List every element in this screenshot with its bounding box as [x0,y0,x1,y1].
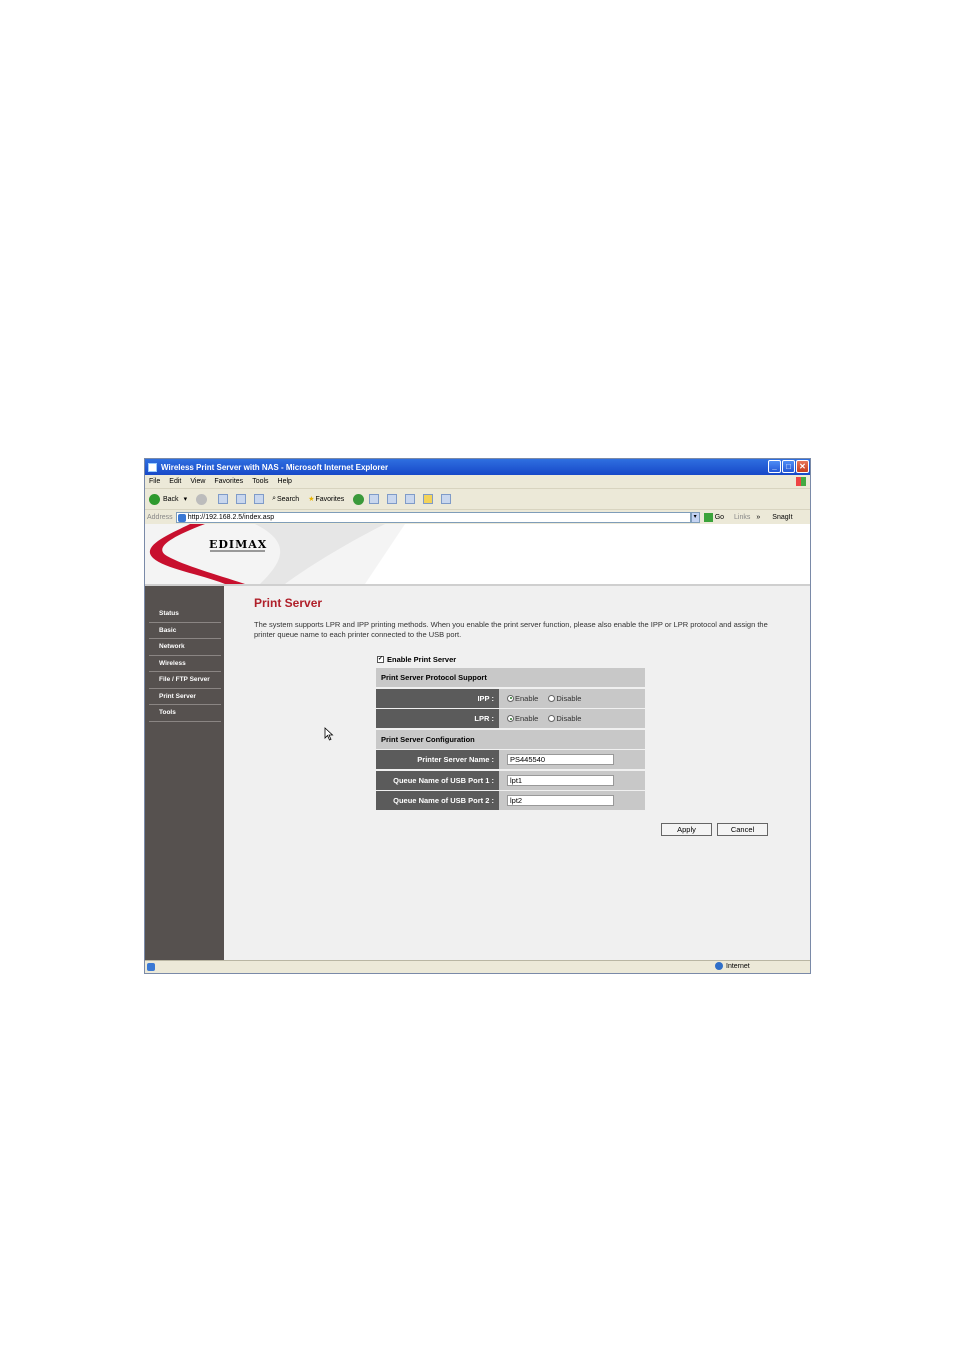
page-title: Print Server [254,596,323,610]
banner-swoosh-graphic [145,524,405,584]
header-banner: EDIMAX [145,524,810,586]
queue2-row: Queue Name of USB Port 2 : [376,791,645,810]
printer-name-row: Printer Server Name : [376,750,645,769]
lpr-label: LPR : [376,709,499,728]
lpr-disable-radio[interactable]: Disable [548,714,581,723]
lpr-enable-radio[interactable]: Enable [507,714,538,723]
ie-icon [148,462,157,472]
page-icon [177,513,186,522]
print-icon[interactable] [387,494,398,504]
browser-window: Wireless Print Server with NAS - Microso… [144,458,811,974]
favorites-button[interactable]: ★ Favorites [308,495,344,504]
printer-server-name-label: Printer Server Name : [376,750,499,769]
go-arrow-icon [703,512,713,522]
ipp-label: IPP : [376,688,499,708]
queue1-row: Queue Name of USB Port 1 : [376,770,645,790]
history-icon[interactable] [353,493,365,505]
snagit-button[interactable]: SnagIt [772,514,792,521]
menu-favorites[interactable]: Favorites [214,478,243,485]
logo-tagline-graphic [210,550,265,552]
ipp-disable-radio[interactable]: Disable [548,694,581,703]
refresh-icon[interactable] [236,494,247,504]
chevron-right-icon[interactable]: » [756,514,760,521]
sidebar-item-print-server[interactable]: Print Server [149,689,221,705]
forward-button[interactable] [196,493,209,505]
web-page: EDIMAX Status Basic Network Wireless Fil… [145,524,810,961]
page-description: The system supports LPR and IPP printing… [254,620,768,639]
status-bar: Internet [145,960,810,973]
address-dropdown-button[interactable]: ▾ [690,511,700,523]
star-icon: ★ [308,496,315,503]
search-icon: ⌕ [272,495,276,502]
queue-usb-port1-input[interactable] [507,774,614,786]
folder-icon[interactable] [423,494,434,504]
messenger-icon[interactable] [441,494,452,504]
menu-edit[interactable]: Edit [169,478,181,485]
security-zone: Internet [715,962,750,970]
window-title: Wireless Print Server with NAS - Microso… [161,462,389,472]
ipp-enable-radio[interactable]: Enable [507,694,538,703]
back-button[interactable]: Back ▾ [149,493,188,505]
maximize-button[interactable]: □ [782,460,795,473]
sidebar: Status Basic Network Wireless File / FTP… [145,586,224,961]
sidebar-item-network[interactable]: Network [149,639,221,656]
mouse-cursor-icon [324,727,334,741]
ipp-row: IPP : Enable Disable [376,688,645,708]
sidebar-item-tools[interactable]: Tools [149,705,221,722]
menu-view[interactable]: View [190,478,205,485]
page-status-icon [147,963,155,971]
sidebar-item-basic[interactable]: Basic [149,623,221,639]
search-button[interactable]: ⌕ Search [272,495,299,503]
edit-icon[interactable] [405,494,416,504]
minimize-button[interactable]: _ [768,460,781,473]
sidebar-item-wireless[interactable]: Wireless [149,656,221,672]
windows-logo-icon [796,477,806,486]
queue-usb-port2-label: Queue Name of USB Port 2 : [376,791,499,810]
sidebar-item-file-ftp-server[interactable]: File / FTP Server [149,672,221,689]
address-input[interactable]: http://192.168.2.5/index.asp [175,511,691,523]
queue-usb-port1-label: Queue Name of USB Port 1 : [376,770,499,790]
configuration-header: Print Server Configuration [376,729,645,749]
address-bar: Address http://192.168.2.5/index.asp ▾ G… [145,510,810,525]
stop-icon[interactable] [218,494,229,504]
menu-bar: File Edit View Favorites Tools Help [145,475,810,489]
links-button[interactable]: Links [734,514,750,521]
main-content: Print Server The system supports LPR and… [224,586,810,961]
lpr-row: LPR : Enable Disable [376,709,645,728]
globe-icon [715,962,723,970]
chevron-down-icon: ▾ [183,496,188,503]
zone-label: Internet [726,962,750,970]
menu-tools[interactable]: Tools [252,478,268,485]
cancel-button[interactable]: Cancel [717,823,768,836]
enable-print-server-row: ✓ Enable Print Server [377,655,456,664]
menu-file[interactable]: File [149,478,160,485]
close-button[interactable]: ✕ [796,460,809,473]
print-server-form: Print Server Protocol Support IPP : Enab… [376,668,645,812]
back-arrow-icon [149,493,160,505]
enable-print-server-checkbox[interactable]: ✓ [377,656,384,663]
title-bar: Wireless Print Server with NAS - Microso… [145,459,810,475]
queue-usb-port2-input[interactable] [507,795,614,806]
address-url: http://192.168.2.5/index.asp [187,513,275,521]
mail-icon[interactable] [369,494,380,504]
address-label: Address [147,513,173,521]
go-button[interactable]: Go [703,512,724,522]
home-icon[interactable] [254,494,265,504]
menu-help[interactable]: Help [278,478,292,485]
forward-arrow-icon [196,493,208,505]
enable-print-server-label: Enable Print Server [387,655,457,664]
sidebar-item-status[interactable]: Status [149,606,221,623]
protocol-support-header: Print Server Protocol Support [376,668,645,687]
printer-server-name-input[interactable] [507,754,614,765]
toolbar: Back ▾ ⌕ Search ★ Favorites [145,489,810,510]
apply-button[interactable]: Apply [661,823,712,836]
